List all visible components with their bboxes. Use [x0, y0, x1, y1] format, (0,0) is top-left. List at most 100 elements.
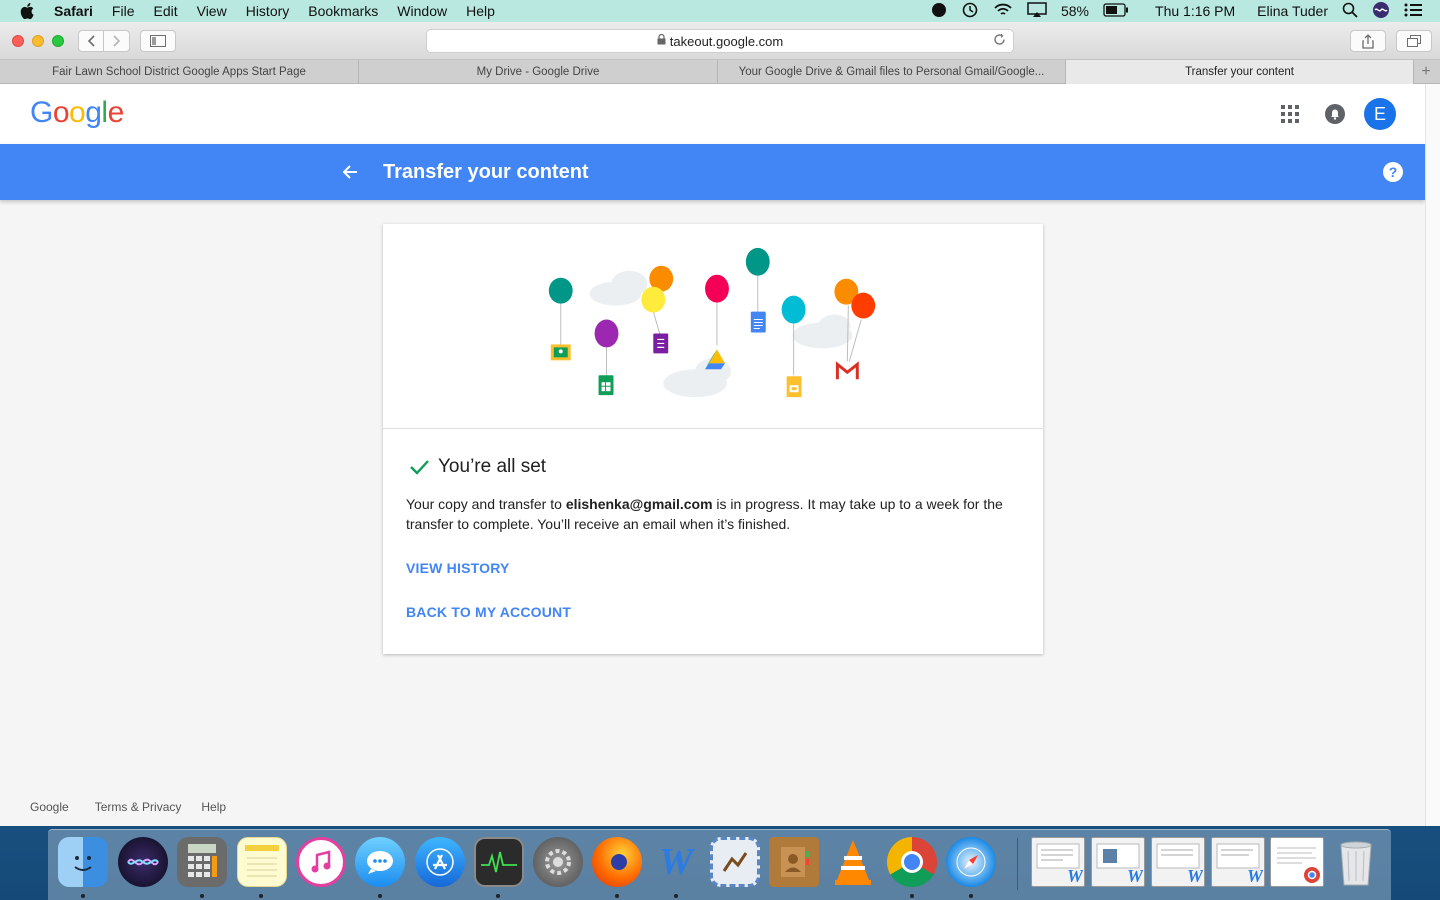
- page-footer: Google Terms & Privacy Help: [30, 800, 226, 814]
- back-button[interactable]: [78, 30, 104, 52]
- browser-toolbar: takeout.google.com: [0, 22, 1440, 60]
- menu-help[interactable]: Help: [466, 3, 495, 19]
- close-window-button[interactable]: [12, 35, 24, 47]
- battery-icon[interactable]: [1103, 2, 1129, 20]
- reload-icon[interactable]: [993, 33, 1006, 49]
- footer-terms-link[interactable]: Terms & Privacy: [95, 800, 182, 814]
- url-text: takeout.google.com: [669, 33, 784, 49]
- battery-percent: 58%: [1060, 3, 1090, 19]
- word-icon[interactable]: W: [651, 837, 701, 887]
- word-doc-window-1[interactable]: W: [1031, 837, 1085, 887]
- svg-text:W: W: [1187, 866, 1203, 884]
- safari-icon[interactable]: [946, 837, 996, 887]
- word-doc-window-3[interactable]: W: [1151, 837, 1205, 887]
- chrome-icon[interactable]: [887, 837, 937, 887]
- chrome-window[interactable]: [1270, 837, 1324, 887]
- google-apps-icon[interactable]: [1281, 105, 1299, 123]
- clock[interactable]: Thu 1:16 PM: [1155, 3, 1235, 19]
- evernote-status-icon[interactable]: [931, 2, 947, 21]
- view-history-link[interactable]: VIEW HISTORY: [406, 560, 510, 576]
- menu-bookmarks[interactable]: Bookmarks: [308, 3, 378, 19]
- tab-label: Transfer your content: [1185, 66, 1294, 78]
- notifications-bell-icon[interactable]: [1325, 104, 1345, 124]
- word-doc-window-4[interactable]: W: [1211, 837, 1265, 887]
- siri-icon[interactable]: [118, 837, 168, 887]
- wifi-icon[interactable]: [993, 2, 1013, 21]
- tab-label: Fair Lawn School District Google Apps St…: [52, 66, 306, 78]
- chevron-right-icon: [112, 35, 120, 47]
- success-row: You’re all set: [408, 456, 546, 478]
- dock-separator: [1017, 838, 1018, 890]
- tab-transfer-content[interactable]: Transfer your content: [1066, 60, 1414, 84]
- address-bar[interactable]: takeout.google.com: [426, 29, 1014, 53]
- plus-icon: +: [1421, 63, 1431, 80]
- tab-bar: Fair Lawn School District Google Apps St…: [0, 60, 1440, 84]
- airplay-icon[interactable]: [1027, 1, 1047, 21]
- google-header: Google E: [0, 84, 1425, 144]
- notes-icon[interactable]: [237, 837, 287, 887]
- forward-button[interactable]: [104, 30, 130, 52]
- balloons-illustration: [383, 247, 1043, 429]
- back-arrow-icon[interactable]: [340, 162, 360, 182]
- sidebar-toggle-button[interactable]: [140, 30, 176, 52]
- tab-my-drive[interactable]: My Drive - Google Drive: [359, 60, 718, 84]
- tabs-overview-icon: [1407, 35, 1421, 47]
- finder-icon[interactable]: [58, 837, 108, 887]
- system-preferences-icon[interactable]: [533, 837, 583, 887]
- vlc-icon[interactable]: [828, 837, 878, 887]
- notification-center-icon[interactable]: [1404, 3, 1422, 20]
- tab-fair-lawn[interactable]: Fair Lawn School District Google Apps St…: [0, 60, 359, 84]
- firefox-icon[interactable]: [592, 837, 642, 887]
- google-logo[interactable]: Google: [30, 96, 124, 130]
- transfer-status-card: You’re all set Your copy and transfer to…: [383, 224, 1043, 654]
- footer-google-link[interactable]: Google: [30, 800, 69, 814]
- siri-menu-icon[interactable]: [1372, 1, 1390, 22]
- spotlight-icon[interactable]: [1342, 2, 1358, 21]
- contacts-icon[interactable]: [769, 837, 819, 887]
- time-machine-icon[interactable]: [961, 2, 979, 21]
- share-button[interactable]: [1350, 30, 1386, 52]
- svg-text:W: W: [1127, 866, 1143, 884]
- page-scrollbar[interactable]: [1425, 84, 1440, 826]
- menu-edit[interactable]: Edit: [153, 3, 177, 19]
- app-store-icon[interactable]: [415, 837, 465, 887]
- calculator-icon[interactable]: [177, 837, 227, 887]
- window-controls: [12, 35, 64, 47]
- itunes-icon[interactable]: [296, 837, 346, 887]
- zoom-window-button[interactable]: [52, 35, 64, 47]
- web-page: Google E Transfer your content ? You’re …: [0, 84, 1425, 826]
- word-doc-window-2[interactable]: W: [1091, 837, 1145, 887]
- preview-icon[interactable]: [710, 837, 760, 887]
- page-title: Transfer your content: [383, 161, 589, 183]
- lock-icon: [657, 33, 666, 48]
- menu-view[interactable]: View: [197, 3, 227, 19]
- messages-icon[interactable]: [355, 837, 405, 887]
- checkmark-icon: [410, 460, 429, 475]
- trash-icon[interactable]: [1331, 837, 1381, 887]
- apple-menu-icon[interactable]: [20, 3, 38, 19]
- new-tab-button[interactable]: +: [1414, 60, 1438, 84]
- message-prefix: Your copy and transfer to: [406, 496, 566, 512]
- menu-history[interactable]: History: [246, 3, 290, 19]
- menu-app-name[interactable]: Safari: [54, 3, 93, 19]
- sidebar-icon: [150, 35, 166, 47]
- transfer-message: Your copy and transfer to elishenka@gmai…: [406, 494, 1016, 534]
- menu-window[interactable]: Window: [397, 3, 447, 19]
- minimize-window-button[interactable]: [32, 35, 44, 47]
- footer-help-link[interactable]: Help: [201, 800, 226, 814]
- account-avatar[interactable]: E: [1364, 98, 1396, 130]
- activity-monitor-icon[interactable]: [474, 837, 524, 887]
- tab-drive-gmail-files[interactable]: Your Google Drive & Gmail files to Perso…: [718, 60, 1066, 84]
- macos-dock: W W W W W: [48, 829, 1391, 900]
- destination-email: elishenka@gmail.com: [565, 496, 713, 512]
- svg-text:W: W: [1067, 866, 1083, 884]
- back-to-account-link[interactable]: BACK TO MY ACCOUNT: [406, 604, 571, 620]
- success-heading: You’re all set: [438, 456, 547, 477]
- share-icon: [1362, 33, 1374, 49]
- page-title-bar: Transfer your content ?: [0, 144, 1425, 200]
- user-name[interactable]: Elina Tuder: [1257, 3, 1328, 19]
- show-tabs-button[interactable]: [1396, 30, 1432, 52]
- tab-label: Your Google Drive & Gmail files to Perso…: [738, 66, 1045, 78]
- help-icon[interactable]: ?: [1383, 162, 1403, 182]
- menu-file[interactable]: File: [112, 3, 135, 19]
